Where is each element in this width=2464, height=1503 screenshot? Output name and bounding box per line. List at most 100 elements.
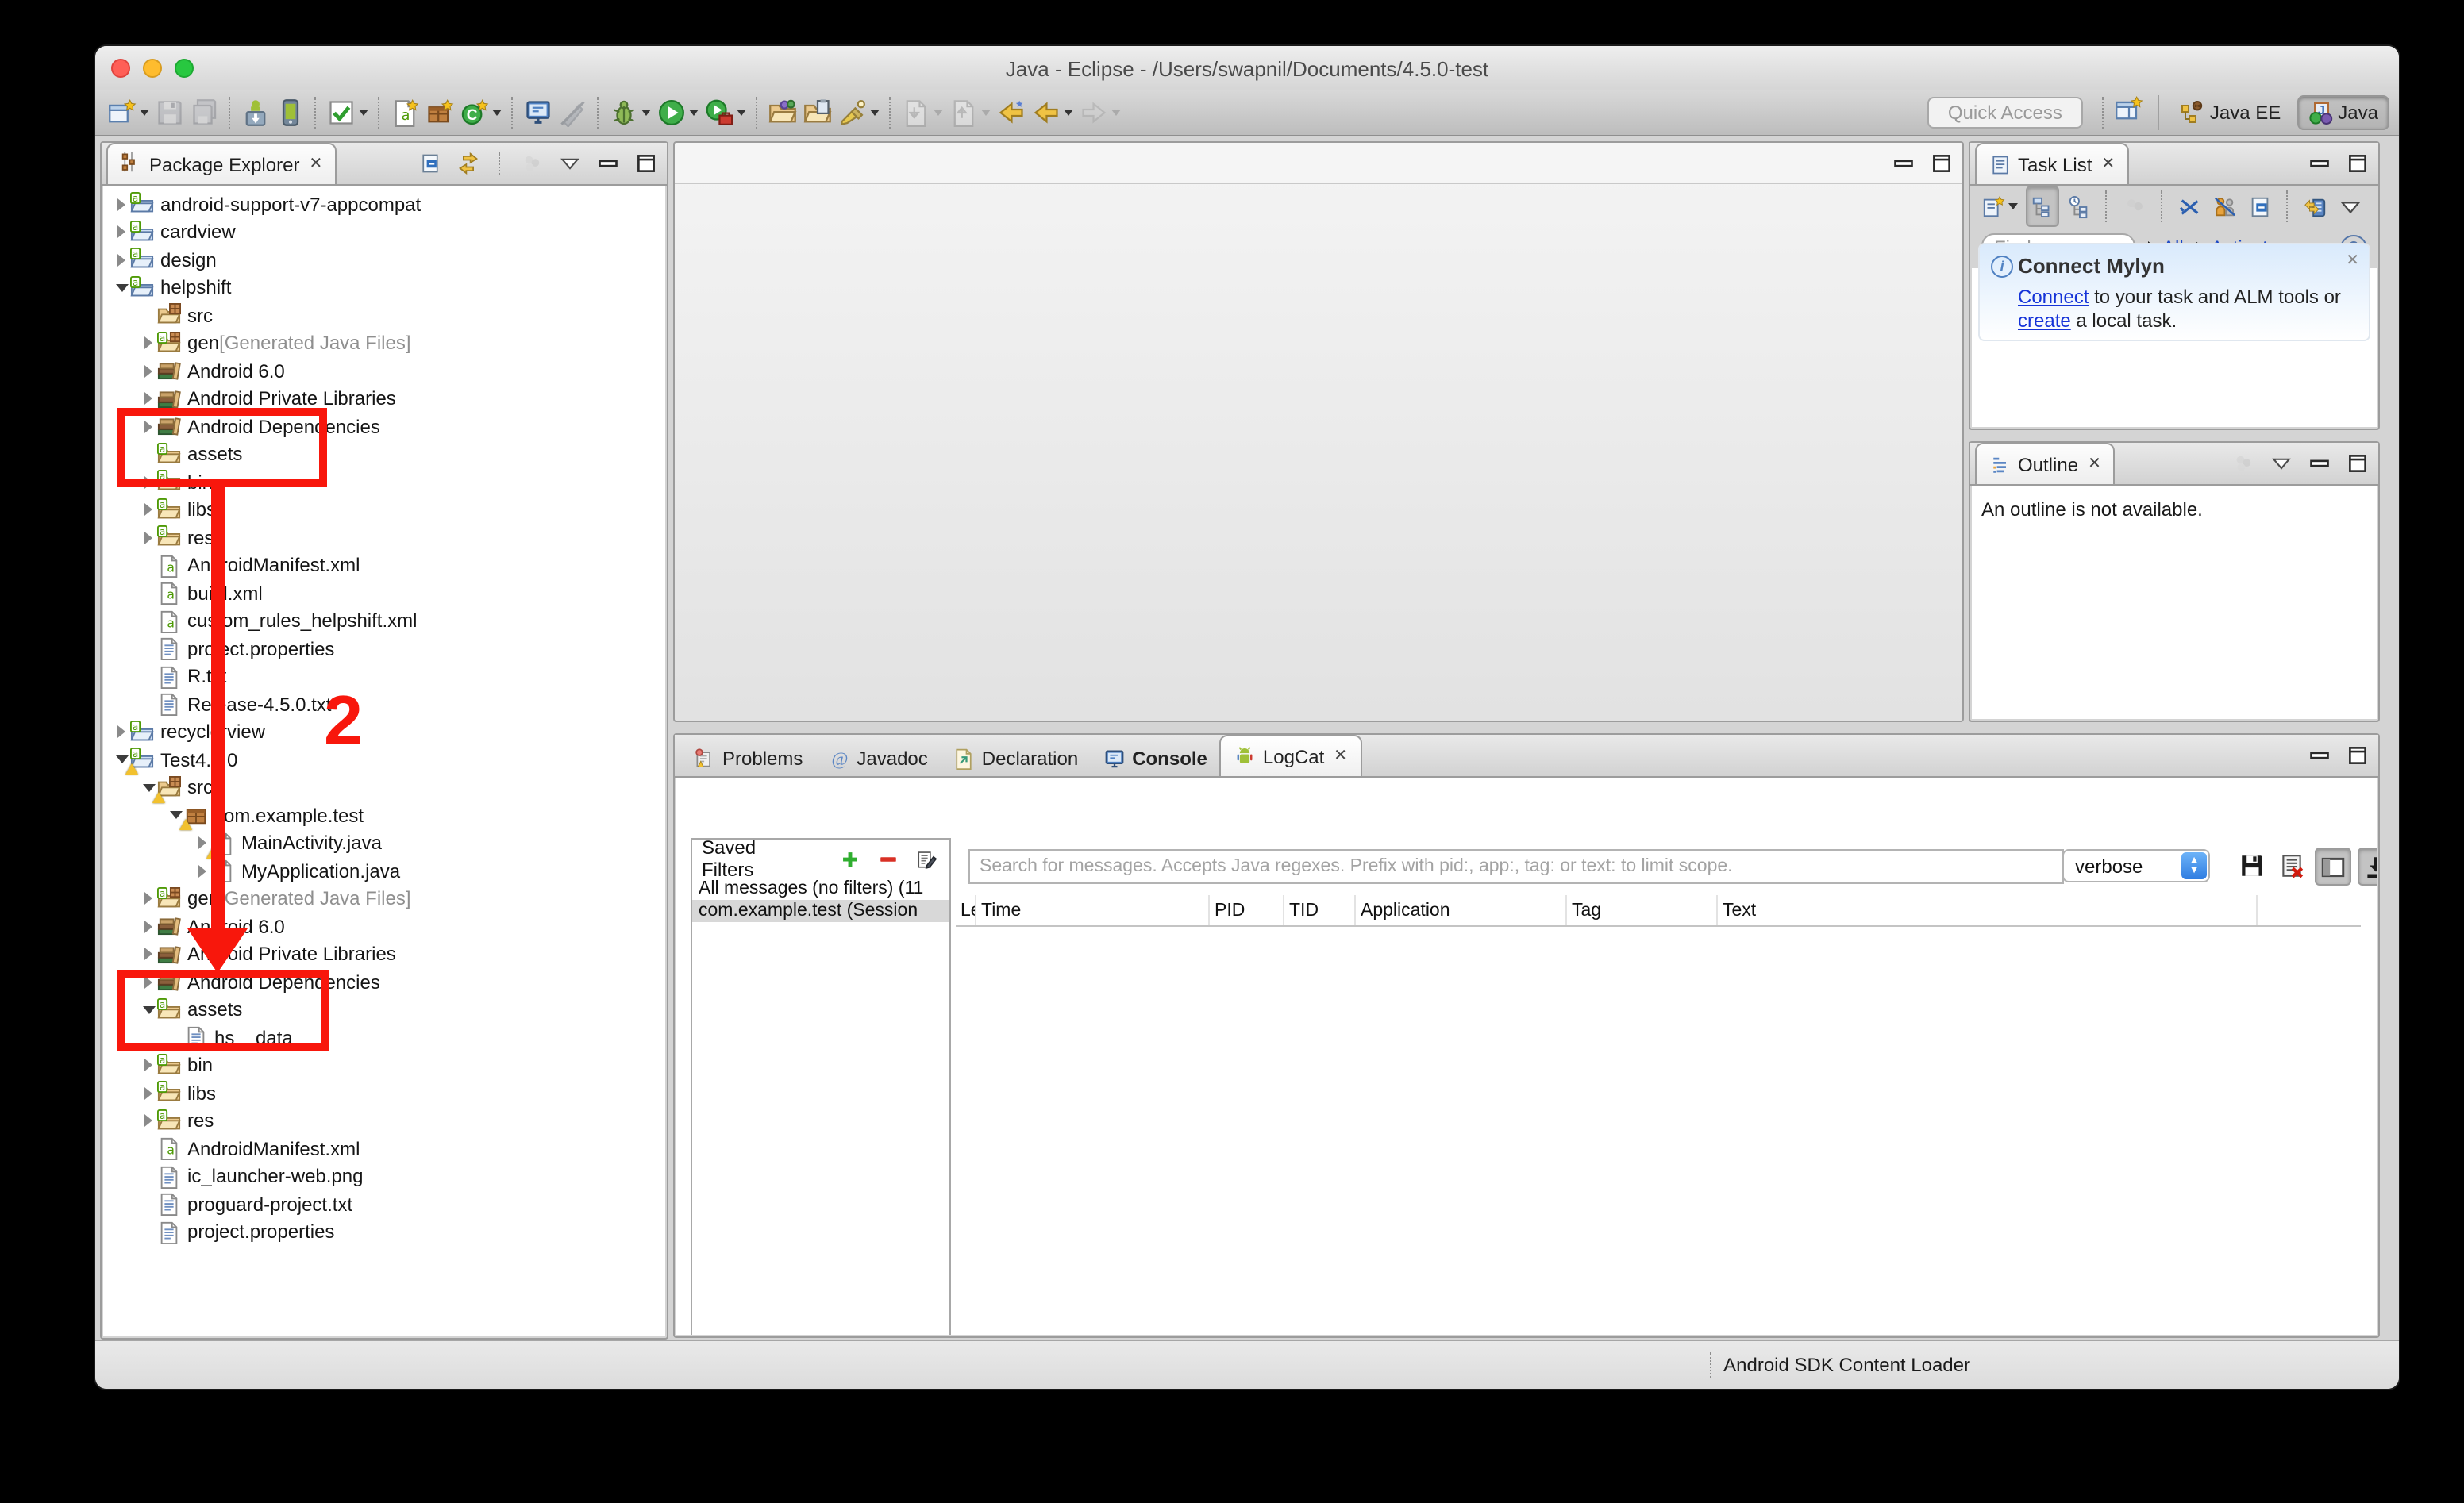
tree-item-android-support-v7-appcompat[interactable]: aandroid-support-v7-appcompat — [103, 190, 665, 218]
tree-item-project-properties[interactable]: project.properties — [103, 635, 665, 663]
debug-button[interactable] — [606, 94, 654, 132]
connect-link[interactable]: Connect — [2018, 286, 2089, 308]
clear-log-button[interactable] — [2275, 848, 2308, 882]
tab-package-explorer[interactable]: Package Explorer ✕ — [106, 143, 337, 184]
run-android-lint-button[interactable] — [324, 94, 372, 132]
open-type-button[interactable] — [765, 94, 800, 132]
dismiss-mylyn-icon[interactable]: ✕ — [2346, 252, 2359, 270]
perspective-java-button[interactable]: JJava — [2297, 95, 2389, 130]
tree-item-test4-5-0[interactable]: aTest4.5.0 — [103, 746, 665, 774]
column-header-time[interactable]: Time — [976, 895, 1210, 925]
tree-expand-icon[interactable] — [140, 365, 157, 378]
tab-javadoc[interactable]: @Javadoc — [815, 741, 940, 776]
tree-item-gen[interactable]: agen [Generated Java Files] — [103, 329, 665, 357]
view-menu-button[interactable] — [556, 149, 584, 178]
back-button[interactable] — [1029, 94, 1076, 132]
tree-item-design[interactable]: adesign — [103, 246, 665, 274]
tree-expand-icon[interactable] — [140, 1059, 157, 1072]
search-button[interactable] — [835, 94, 883, 132]
dropdown-caret-icon[interactable] — [2008, 203, 2018, 209]
dropdown-caret-icon[interactable] — [689, 110, 699, 116]
tab-problems[interactable]: Problems — [681, 741, 815, 776]
dropdown-caret-icon[interactable] — [140, 110, 149, 116]
hide-completed-tasks-button[interactable] — [2175, 187, 2205, 225]
tree-item-libs[interactable]: alibs — [103, 496, 665, 524]
android-sdk-manager-button[interactable] — [238, 94, 273, 132]
tab-outline[interactable]: Outline ✕ — [1975, 443, 2116, 484]
perspective-java-ee-button[interactable]: Java EE — [2170, 97, 2290, 129]
tree-collapse-icon[interactable] — [113, 284, 130, 292]
minimize-editor-button[interactable] — [1889, 149, 1918, 178]
tree-collapse-icon[interactable] — [113, 756, 130, 764]
column-header-pid[interactable]: PID — [1210, 895, 1284, 925]
tree-item-proguard-project-txt[interactable]: proguard-project.txt — [103, 1190, 665, 1218]
create-link[interactable]: create — [2018, 309, 2071, 332]
tree-expand-icon[interactable] — [140, 504, 157, 517]
tree-item-androidmanifest-xml[interactable]: aAndroidManifest.xml — [103, 1135, 665, 1163]
minimize-bottom-panel-button[interactable] — [2305, 741, 2334, 770]
tree-item-r-txt[interactable]: R.txt — [103, 663, 665, 690]
dropdown-caret-icon[interactable] — [870, 110, 880, 116]
tree-expand-icon[interactable] — [113, 254, 130, 267]
tree-expand-icon[interactable] — [113, 198, 130, 211]
run-button[interactable] — [654, 94, 702, 132]
log-level-select[interactable]: verbose ▲▼ — [2062, 849, 2210, 882]
export-log-button[interactable] — [2235, 848, 2269, 882]
tree-item-src[interactable]: src — [103, 302, 665, 329]
view-menu-button[interactable] — [2335, 187, 2366, 225]
logcat-filter-selected[interactable]: com.example.test (Session — [692, 900, 949, 922]
new-android-xml-file-button[interactable]: a — [387, 94, 422, 132]
tree-item-res[interactable]: ares — [103, 1107, 665, 1135]
minimize-button[interactable] — [2305, 449, 2334, 478]
tree-item-release-4-5-0-txt[interactable]: Release-4.5.0.txt — [103, 690, 665, 718]
new-java-package-button[interactable] — [422, 94, 457, 132]
maximize-editor-button[interactable] — [1927, 149, 1956, 178]
tree-item-libs[interactable]: alibs — [103, 1079, 665, 1107]
maximize-bottom-panel-button[interactable] — [2343, 741, 2372, 770]
dropdown-caret-icon[interactable] — [1111, 110, 1121, 116]
tree-item-android-6-0[interactable]: Android 6.0 — [103, 357, 665, 385]
column-header-text[interactable]: Text — [1718, 895, 2258, 925]
tree-item-helpshift[interactable]: ahelpshift — [103, 274, 665, 302]
column-header-le[interactable]: Le — [956, 895, 976, 925]
collapse-all-button[interactable] — [2245, 187, 2275, 225]
close-icon[interactable]: ✕ — [2088, 456, 2101, 473]
column-header-tag[interactable]: Tag — [1567, 895, 1718, 925]
edit-filter-button[interactable] — [913, 840, 940, 878]
tree-item-myapplication-java[interactable]: JMyApplication.java — [103, 857, 665, 885]
new-task-button[interactable] — [1978, 187, 2021, 225]
tree-item-androidmanifest-xml[interactable]: aAndroidManifest.xml — [103, 552, 665, 579]
add-filter-button[interactable] — [837, 840, 864, 878]
tree-expand-icon[interactable] — [140, 921, 157, 933]
maximize-button[interactable] — [632, 149, 660, 178]
tree-item-cardview[interactable]: acardview — [103, 218, 665, 246]
remove-filter-button[interactable] — [875, 840, 902, 878]
minimize-task-list-button[interactable] — [2305, 149, 2334, 178]
tree-expand-icon[interactable] — [194, 865, 211, 878]
close-icon[interactable]: ✕ — [309, 156, 322, 173]
open-perspective-button[interactable] — [2112, 94, 2146, 132]
tree-expand-icon[interactable] — [113, 226, 130, 239]
last-edit-location-button[interactable] — [994, 94, 1029, 132]
zoom-window-button[interactable] — [175, 59, 194, 78]
scroll-to-end-button[interactable] — [2358, 848, 2377, 886]
view-menu-button[interactable] — [2267, 449, 2296, 478]
dropdown-caret-icon[interactable] — [1064, 110, 1073, 116]
tree-expand-icon[interactable] — [140, 893, 157, 905]
quick-access-field[interactable]: Quick Access — [1927, 97, 2083, 129]
tab-task-list[interactable]: Task List ✕ — [1975, 143, 2129, 184]
link-with-editor-button[interactable] — [454, 149, 483, 178]
tree-item-build-xml[interactable]: abuild.xml — [103, 579, 665, 607]
tree-expand-icon[interactable] — [113, 726, 130, 739]
close-icon[interactable]: ✕ — [2101, 156, 2115, 173]
tree-item-mainactivity-java[interactable]: JMainActivity.java — [103, 829, 665, 857]
dropdown-caret-icon[interactable] — [492, 110, 502, 116]
new-java-class-button[interactable]: C — [457, 94, 505, 132]
minimize-button[interactable] — [594, 149, 622, 178]
new-wizard-button[interactable] — [105, 94, 152, 132]
dropdown-caret-icon[interactable] — [737, 110, 746, 116]
tab-logcat[interactable]: LogCat✕ — [1220, 735, 1361, 776]
collapse-all-button[interactable] — [416, 149, 445, 178]
run-external-tools-button[interactable] — [702, 94, 749, 132]
tree-item-recyclerview[interactable]: arecyclerview — [103, 718, 665, 746]
